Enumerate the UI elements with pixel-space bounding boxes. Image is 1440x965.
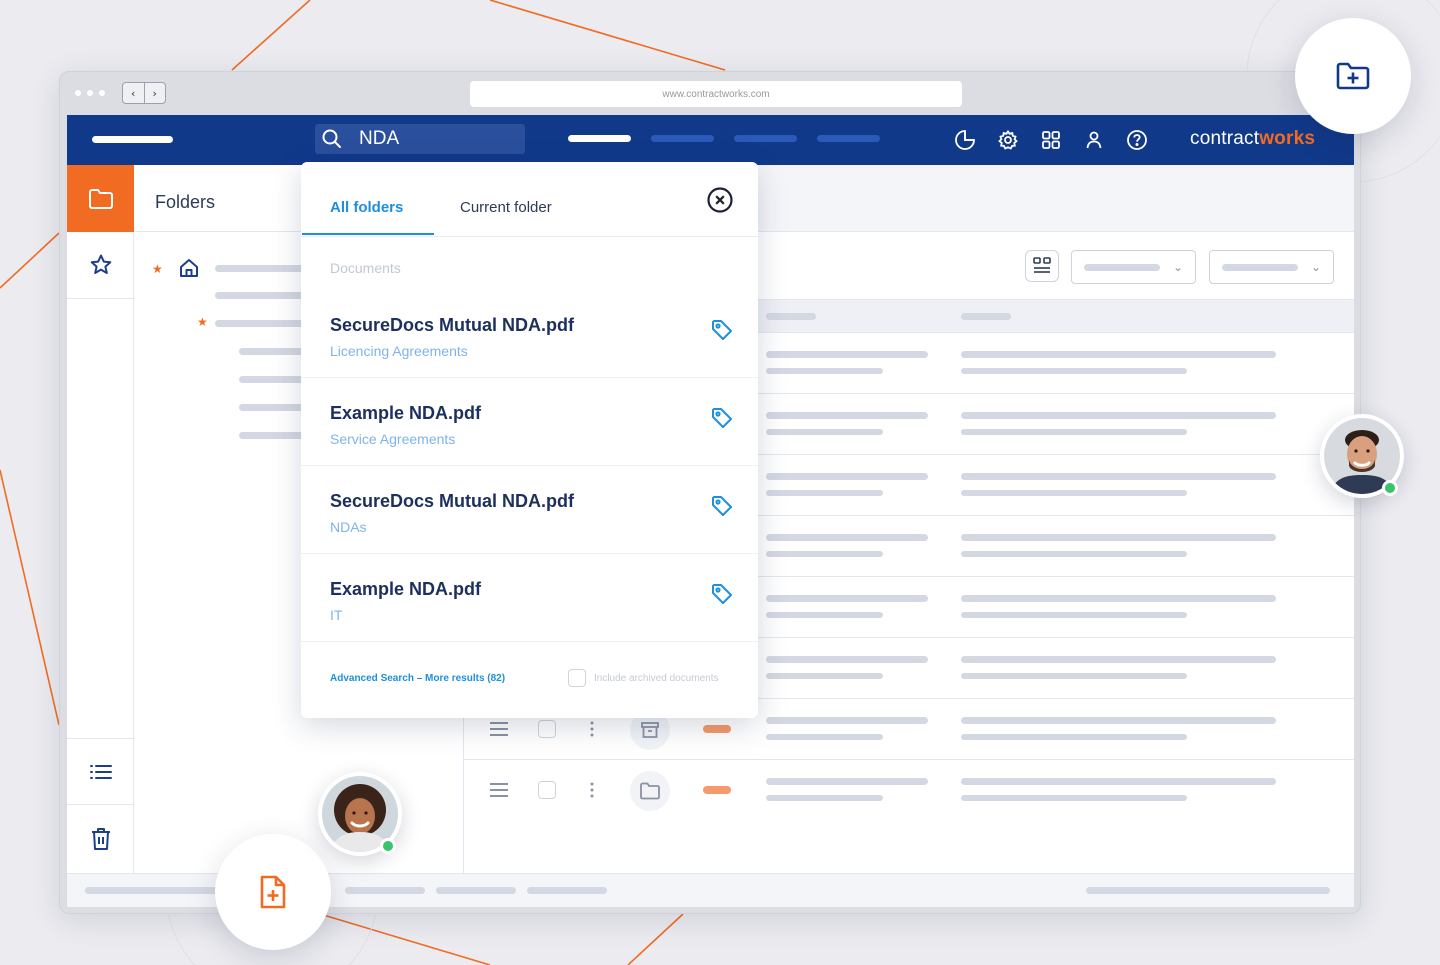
tab-current-folder[interactable]: Current folder — [460, 199, 552, 216]
drag-handle-icon[interactable] — [489, 782, 509, 798]
tree-item[interactable] — [239, 376, 309, 383]
include-archived-checkbox[interactable] — [568, 669, 586, 687]
trash-icon — [91, 827, 110, 850]
gear-icon[interactable] — [994, 126, 1021, 153]
tree-item[interactable] — [239, 348, 309, 355]
search-icon — [322, 129, 341, 148]
logo-placeholder — [92, 136, 173, 143]
search-result[interactable]: Example NDA.pdf Service Agreements — [301, 378, 758, 466]
rail-folders[interactable] — [67, 165, 134, 232]
brand-suffix: works — [1259, 128, 1316, 149]
view-toggle-button[interactable] — [1025, 250, 1059, 282]
tree-item[interactable] — [215, 320, 305, 327]
brand-prefix: contract — [1190, 128, 1260, 149]
tab-all-folders[interactable]: All folders — [330, 199, 403, 216]
online-status-indicator — [380, 838, 396, 854]
rail-list[interactable] — [67, 738, 134, 805]
home-icon[interactable] — [178, 257, 200, 279]
section-label: Documents — [330, 260, 401, 276]
more-vertical-icon[interactable] — [589, 781, 595, 799]
chevron-down-icon: ⌄ — [1172, 260, 1183, 274]
folder-plus-icon — [1336, 62, 1370, 90]
folders-title: Folders — [155, 192, 216, 212]
nav-link-4[interactable] — [817, 135, 880, 142]
table-row[interactable] — [464, 760, 1354, 821]
nav-link-2[interactable] — [651, 135, 714, 142]
user-icon[interactable] — [1080, 126, 1107, 153]
search-result[interactable]: SecureDocs Mutual NDA.pdf NDAs — [301, 466, 758, 554]
nav-link-3[interactable] — [734, 135, 797, 142]
result-name: SecureDocs Mutual NDA.pdf — [330, 315, 575, 335]
result-folder: NDAs — [330, 519, 367, 535]
active-tab-indicator — [302, 233, 434, 235]
search-scope-tabs: All folders Current folder — [301, 162, 758, 237]
rail-favorites[interactable] — [67, 232, 134, 299]
search-query: NDA — [359, 128, 400, 149]
filter-dropdown-1[interactable]: ⌄ — [1071, 250, 1196, 284]
new-folder-fab[interactable] — [1295, 18, 1411, 134]
status-pill — [703, 725, 731, 733]
avatar-woman[interactable] — [318, 772, 402, 856]
result-folder: Licencing Agreements — [330, 343, 468, 359]
include-archived-label: Include archived documents — [594, 673, 719, 684]
help-icon[interactable] — [1123, 126, 1150, 153]
tag-icon[interactable] — [710, 318, 734, 342]
advanced-search-link[interactable]: Advanced Search – More results (82) — [330, 673, 505, 684]
result-name: SecureDocs Mutual NDA.pdf — [330, 491, 575, 511]
favorite-star-icon: ★ — [152, 262, 163, 276]
list-icon — [89, 764, 112, 779]
new-document-fab[interactable] — [215, 834, 331, 950]
result-name: Example NDA.pdf — [330, 579, 482, 599]
nav-link-1[interactable] — [568, 135, 631, 142]
search-results-dropdown: All folders Current folder Documents Sec… — [301, 162, 758, 718]
tree-item[interactable] — [215, 265, 305, 272]
favorite-star-icon: ★ — [197, 315, 208, 329]
drag-handle-icon[interactable] — [489, 721, 509, 737]
forward-button[interactable]: › — [143, 83, 166, 103]
online-status-indicator — [1382, 480, 1398, 496]
search-input[interactable]: NDA — [315, 124, 525, 154]
result-folder: Service Agreements — [330, 431, 456, 447]
rail-trash[interactable] — [67, 805, 134, 872]
tag-icon[interactable] — [710, 406, 734, 430]
chevron-down-icon: ⌄ — [1310, 260, 1321, 274]
address-bar[interactable]: www.contractworks.com — [470, 81, 962, 107]
tree-item[interactable] — [215, 292, 305, 299]
folder-icon — [630, 771, 670, 811]
window-controls — [75, 90, 105, 96]
tag-icon[interactable] — [710, 582, 734, 606]
grid-list-icon — [1033, 257, 1051, 273]
back-button[interactable]: ‹ — [123, 83, 144, 103]
result-name: Example NDA.pdf — [330, 403, 482, 423]
result-folder: IT — [330, 607, 343, 623]
row-checkbox[interactable] — [538, 720, 556, 738]
browser-nav: ‹ › — [122, 82, 166, 104]
brand-logo: contractworks — [1190, 128, 1315, 150]
avatar-man[interactable] — [1320, 414, 1404, 498]
pie-chart-icon[interactable] — [951, 126, 978, 153]
tag-icon[interactable] — [710, 494, 734, 518]
tree-item[interactable] — [239, 432, 309, 439]
tree-item[interactable] — [239, 404, 309, 411]
folder-icon — [88, 188, 113, 209]
status-pill — [703, 786, 731, 794]
search-result[interactable]: SecureDocs Mutual NDA.pdf Licencing Agre… — [301, 290, 758, 378]
apps-grid-icon[interactable] — [1037, 126, 1064, 153]
more-vertical-icon[interactable] — [589, 720, 595, 738]
left-rail — [67, 165, 134, 873]
star-icon — [90, 254, 111, 274]
file-plus-icon — [260, 875, 286, 909]
search-result[interactable]: Example NDA.pdf IT — [301, 554, 758, 642]
filter-dropdown-2[interactable]: ⌄ — [1209, 250, 1334, 284]
top-navigation-bar: NDA contractworks — [67, 115, 1354, 165]
row-checkbox[interactable] — [538, 781, 556, 799]
close-icon[interactable] — [706, 186, 734, 214]
